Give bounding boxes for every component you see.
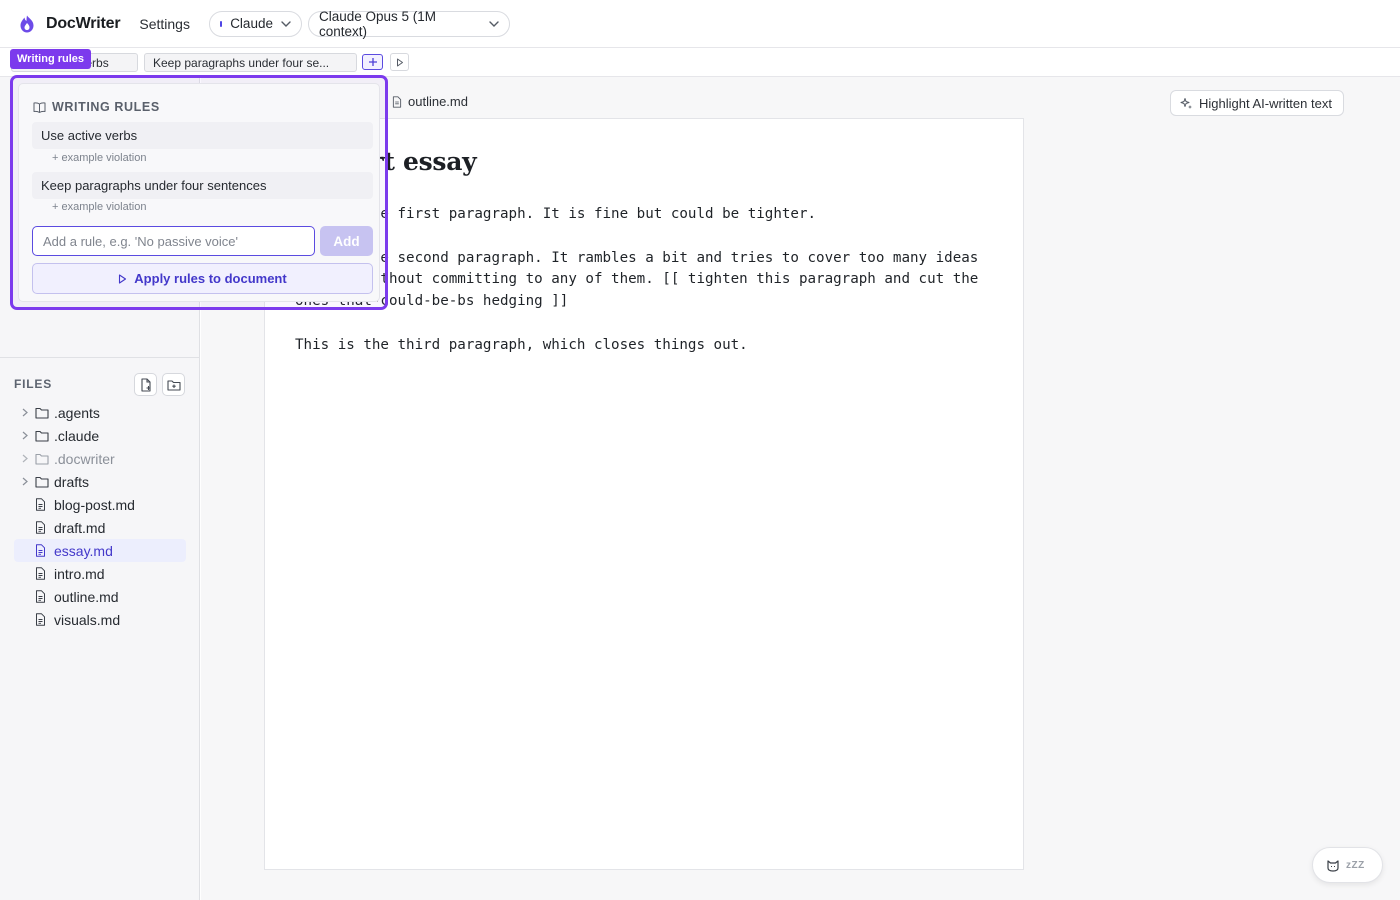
cat-icon: [1326, 859, 1340, 872]
file-item[interactable]: blog-post.md: [14, 493, 186, 516]
file-tree-label: .docwriter: [54, 450, 115, 467]
top-bar: DocWriter Settings Claude Claude Opus 5 …: [0, 0, 1400, 48]
file-tree-label: intro.md: [54, 565, 105, 582]
settings-link[interactable]: Settings: [139, 16, 190, 32]
provider-label: Claude: [230, 16, 273, 31]
provider-select[interactable]: Claude: [208, 10, 302, 37]
folder-icon: [35, 476, 54, 488]
document-body[interactable]: This is the first paragraph. It is fine …: [295, 204, 995, 379]
chevron-right-icon: [14, 454, 35, 463]
sidebar-divider: [0, 357, 200, 358]
folder-icon: [35, 453, 54, 465]
document-icon: [392, 95, 402, 108]
tab-label: outline.md: [408, 94, 468, 109]
file-item[interactable]: intro.md: [14, 562, 186, 585]
heading-text: WRITING RULES: [52, 100, 160, 114]
new-file-icon: [140, 377, 152, 392]
writing-rules-popover: WRITING RULES Use active verbs + example…: [10, 75, 388, 310]
rule-item[interactable]: Use active verbs: [32, 122, 373, 149]
paragraph[interactable]: This is the second paragraph. It rambles…: [295, 248, 995, 313]
file-tree-label: visuals.md: [54, 611, 121, 628]
document-icon: [35, 521, 54, 534]
sparkle-icon: [1180, 97, 1193, 110]
file-tree: .agents .claude .docwriter drafts blog-p…: [14, 401, 186, 631]
highlight-label: Highlight AI-written text: [1199, 95, 1332, 111]
provider-status-dot: [219, 20, 223, 27]
writing-rules-heading: WRITING RULES: [33, 100, 160, 114]
apply-label: Apply rules to document: [134, 271, 287, 286]
assistant-status-widget[interactable]: zZZ: [1312, 847, 1383, 883]
folder-item[interactable]: drafts: [14, 470, 186, 493]
editor-tab[interactable]: outline.md: [392, 94, 468, 109]
flame-logo-icon: [19, 15, 35, 33]
file-item[interactable]: visuals.md: [14, 608, 186, 631]
chevron-right-icon: [14, 431, 35, 440]
model-label: Claude Opus 5 (1M context): [318, 8, 437, 39]
new-folder-icon: [166, 379, 181, 391]
chevron-right-icon: [14, 408, 35, 417]
folder-icon: [35, 430, 54, 442]
writing-rules-tag: Writing rules: [10, 49, 92, 69]
file-item[interactable]: draft.md: [14, 516, 186, 539]
folder-item[interactable]: .docwriter: [14, 447, 186, 470]
run-rules-button[interactable]: [390, 53, 409, 71]
file-tree-label: outline.md: [54, 588, 119, 605]
file-tree-label: blog-post.md: [54, 496, 135, 513]
file-tree-label: drafts: [54, 473, 90, 490]
new-rule-input[interactable]: [32, 226, 315, 256]
new-folder-button[interactable]: [162, 373, 185, 396]
file-tree-label: .agents: [54, 404, 100, 421]
new-file-button[interactable]: [134, 373, 157, 396]
highlight-ai-text-button[interactable]: Highlight AI-written text: [1170, 90, 1344, 116]
document-icon: [35, 567, 54, 580]
file-item-active[interactable]: essay.md: [14, 539, 186, 562]
paragraph[interactable]: This is the third paragraph, which close…: [295, 335, 995, 357]
document-icon: [35, 613, 54, 626]
add-example-violation-link[interactable]: + example violation: [52, 152, 146, 164]
play-icon: [396, 58, 404, 67]
paragraph[interactable]: This is the first paragraph. It is fine …: [295, 204, 995, 226]
rule-item[interactable]: Keep paragraphs under four sentences: [32, 172, 373, 199]
folder-item[interactable]: .claude: [14, 424, 186, 447]
file-tree-label: draft.md: [54, 519, 106, 536]
document-icon: [35, 544, 54, 557]
document-icon: [35, 590, 54, 603]
document-icon: [35, 498, 54, 511]
file-tree-label: essay.md: [54, 542, 113, 559]
writing-rules-panel: WRITING RULES Use active verbs + example…: [18, 83, 380, 302]
chevron-down-icon: [281, 20, 291, 27]
rule-chip[interactable]: Keep paragraphs under four se...: [144, 53, 357, 72]
app-logo[interactable]: DocWriter: [19, 14, 121, 33]
file-tree-label: .claude: [54, 427, 100, 444]
model-select[interactable]: Claude Opus 5 (1M context): [307, 8, 510, 39]
app-name: DocWriter: [46, 14, 121, 32]
chevron-right-icon: [14, 477, 35, 486]
chevron-down-icon: [489, 20, 499, 27]
rules-strip: Use active verbs Keep paragraphs under f…: [0, 48, 1400, 77]
add-rule-button[interactable]: [362, 54, 383, 70]
add-example-violation-link[interactable]: + example violation: [52, 201, 146, 213]
folder-icon: [35, 407, 54, 419]
file-item[interactable]: outline.md: [14, 585, 186, 608]
play-icon: [118, 273, 127, 284]
files-heading: FILES: [14, 377, 53, 391]
apply-rules-button[interactable]: Apply rules to document: [32, 263, 373, 294]
plus-icon: [368, 57, 378, 67]
sleep-status: zZZ: [1346, 859, 1365, 871]
book-icon: [33, 101, 46, 113]
add-rule-submit-button[interactable]: Add: [320, 226, 373, 256]
folder-item[interactable]: .agents: [14, 401, 186, 424]
